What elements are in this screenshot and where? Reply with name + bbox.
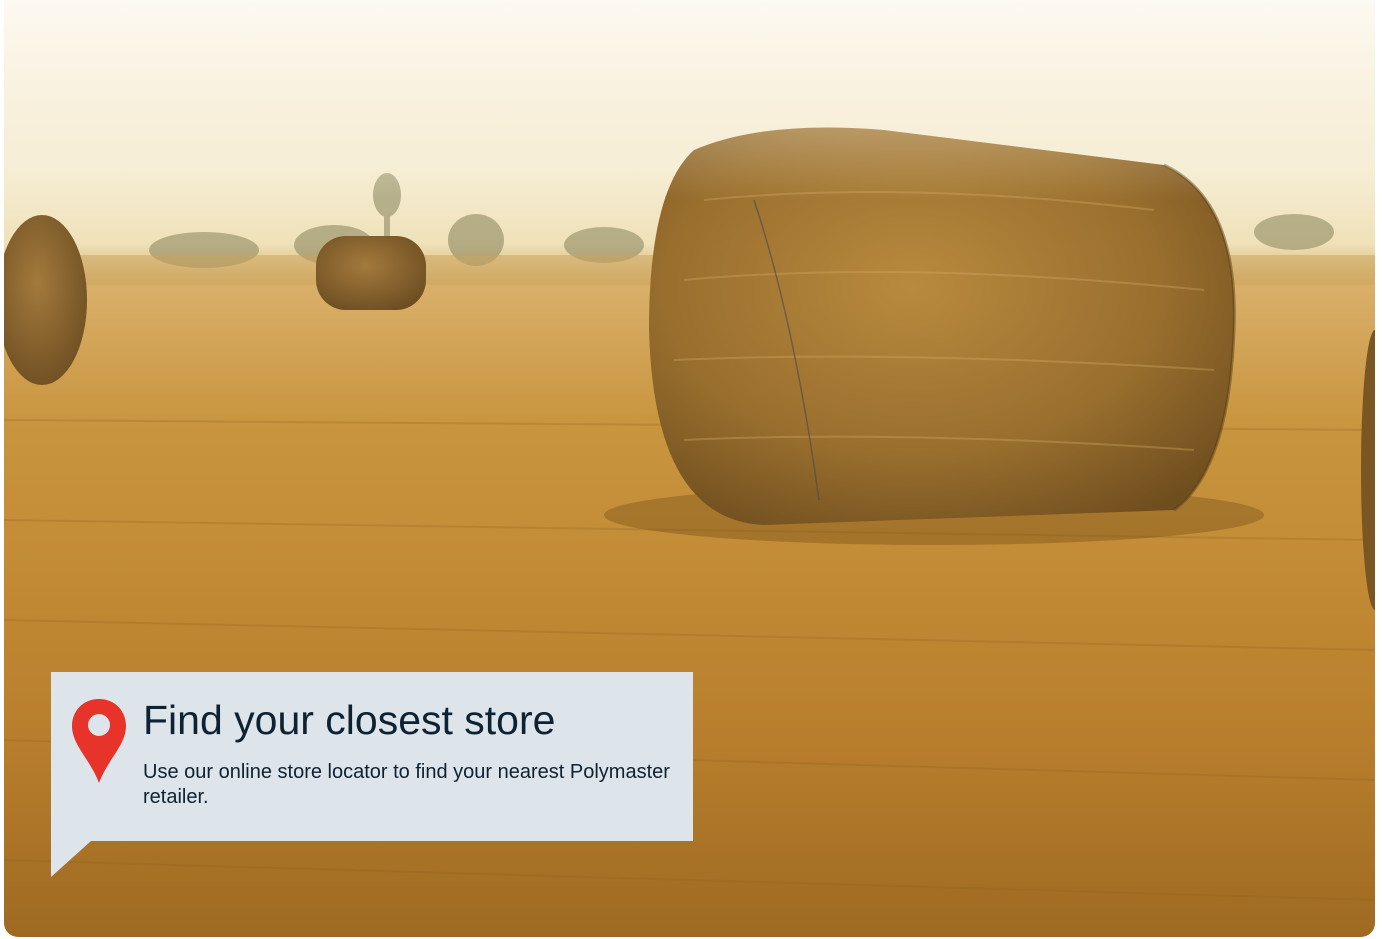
- card-speech-tail: [51, 841, 91, 877]
- promo-title: Find your closest store: [143, 697, 556, 743]
- map-pin-icon: [72, 699, 126, 783]
- promo-description: Use our online store locator to find you…: [143, 761, 670, 808]
